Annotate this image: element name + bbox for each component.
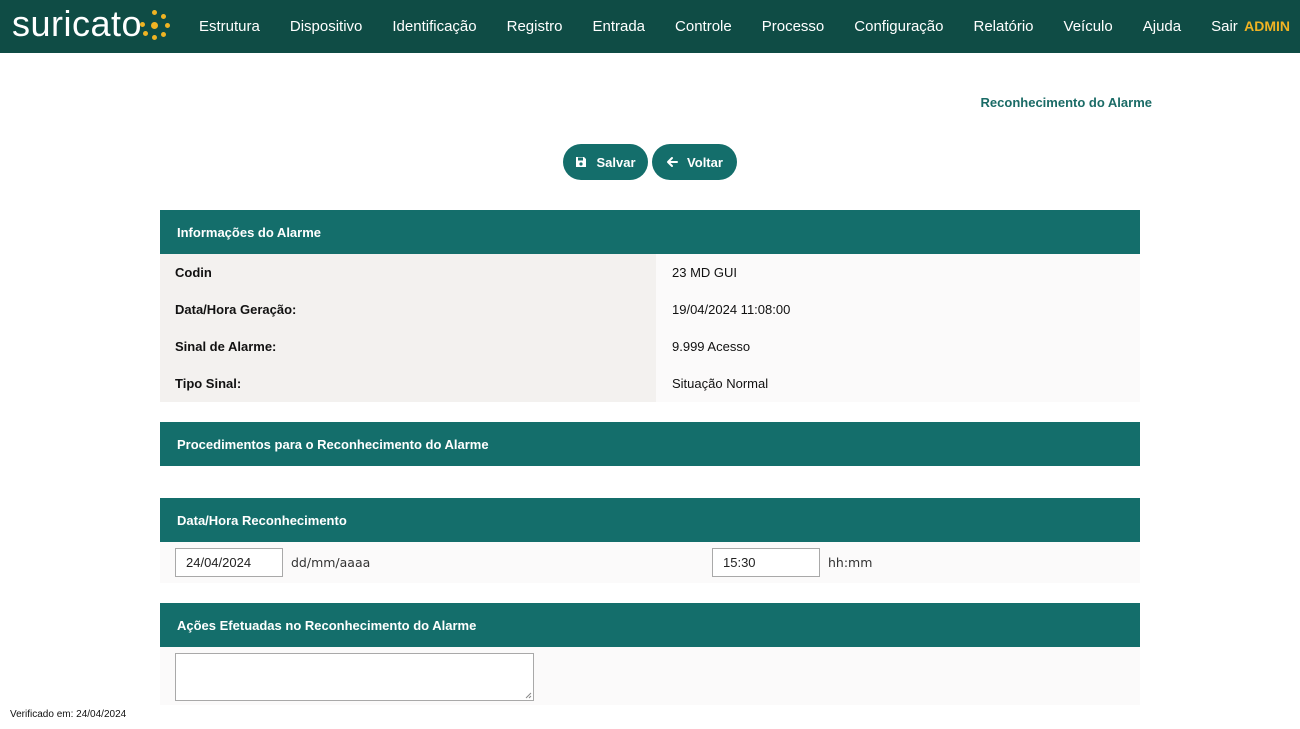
menu-veiculo[interactable]: Veículo	[1049, 18, 1128, 35]
menu-dispositivo[interactable]: Dispositivo	[275, 18, 378, 35]
menu-relatorio[interactable]: Relatório	[959, 18, 1049, 35]
save-label: Salvar	[596, 154, 636, 170]
menu-ajuda[interactable]: Ajuda	[1128, 18, 1196, 35]
floppy-disk-icon	[575, 156, 587, 168]
verified-date: Verificado em: 24/04/2024	[10, 709, 127, 720]
info-value-codin: 23 MD GUI	[672, 265, 738, 280]
logo-text: suricato	[12, 3, 143, 44]
info-label-codin: Codin	[175, 265, 212, 280]
ack-date-format-hint: dd/mm/aaaa	[291, 555, 371, 570]
actions-panel: Ações Efetuadas no Reconhecimento do Ala…	[160, 603, 1140, 705]
alarm-info-panel: Informações do Alarme Codin Data/Hora Ge…	[160, 210, 1140, 402]
resize-grip-icon[interactable]	[524, 691, 532, 699]
actions-header: Ações Efetuadas no Reconhecimento do Ala…	[160, 603, 1140, 647]
suricato-logo[interactable]: suricato	[12, 3, 171, 44]
logo-dots-icon	[140, 10, 171, 40]
menu-registro[interactable]: Registro	[492, 18, 578, 35]
ack-datetime-header: Data/Hora Reconhecimento	[160, 498, 1140, 542]
procedures-header: Procedimentos para o Reconhecimento do A…	[160, 422, 1140, 466]
menu-entrada[interactable]: Entrada	[577, 18, 660, 35]
procedures-panel: Procedimentos para o Reconhecimento do A…	[160, 422, 1140, 466]
ack-time-format-hint: hh:mm	[828, 555, 873, 570]
menu-configuracao[interactable]: Configuração	[839, 18, 958, 35]
back-button[interactable]: Voltar	[652, 144, 737, 180]
ack-datetime-panel: Data/Hora Reconhecimento 24/04/2024 dd/m…	[160, 498, 1140, 583]
info-label-signal-type: Tipo Sinal:	[175, 376, 242, 391]
menu-identificacao[interactable]: Identificação	[377, 18, 491, 35]
save-button[interactable]: Salvar	[563, 144, 648, 180]
alarm-info-header: Informações do Alarme	[160, 210, 1140, 254]
menu-processo[interactable]: Processo	[747, 18, 840, 35]
user-name[interactable]: ADMIN	[1244, 18, 1290, 34]
ack-date-input[interactable]: 24/04/2024	[175, 548, 283, 577]
ack-time-input[interactable]: 15:30	[712, 548, 820, 577]
menu-estrutura[interactable]: Estrutura	[184, 18, 275, 35]
back-label: Voltar	[687, 154, 723, 170]
info-value-signal-type: Situação Normal	[672, 376, 769, 391]
main-menu: Estrutura Dispositivo Identificação Regi…	[184, 0, 1253, 53]
info-value-generated: 19/04/2024 11:08:00	[672, 302, 791, 317]
top-navigation-bar: suricato Estrutura Dispositivo Identific…	[0, 0, 1300, 53]
actions-textarea[interactable]	[175, 653, 534, 701]
menu-controle[interactable]: Controle	[660, 18, 747, 35]
info-value-signal: 9.999 Acesso	[672, 339, 751, 354]
info-label-generated: Data/Hora Geração:	[175, 302, 297, 317]
arrow-left-icon	[666, 156, 679, 168]
page-title: Reconhecimento do Alarme	[980, 95, 1152, 110]
info-label-signal: Sinal de Alarme:	[175, 339, 277, 354]
